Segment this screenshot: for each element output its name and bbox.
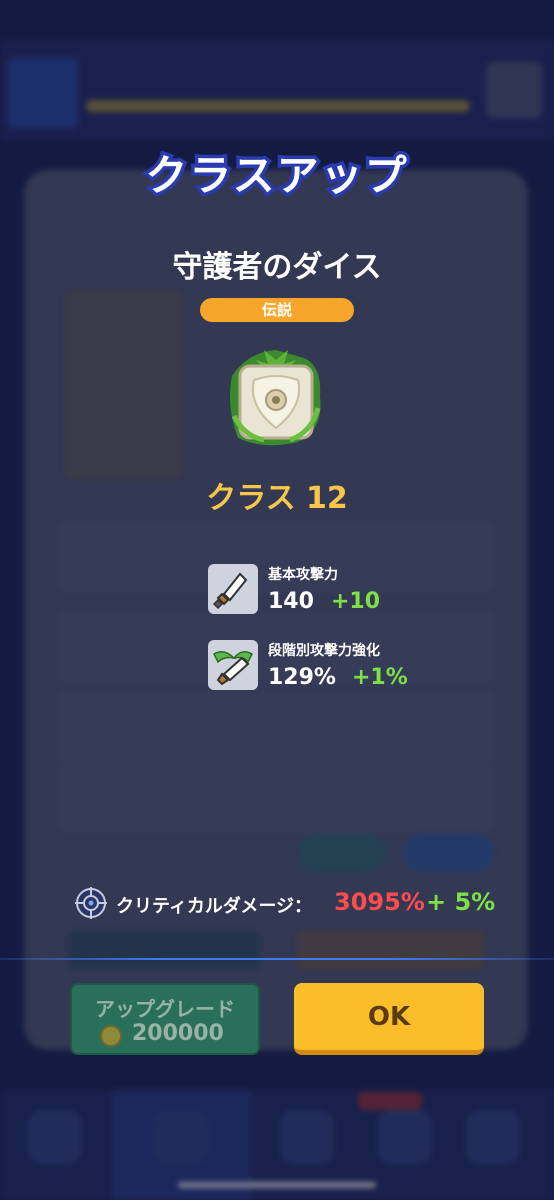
critical-damage-bonus: + 5% — [426, 888, 496, 916]
upgrade-cost: 200000 — [132, 1021, 224, 1046]
critical-damage-value: 3095% — [334, 888, 425, 916]
rarity-badge: 伝説 — [200, 298, 354, 322]
sword-icon — [208, 564, 258, 614]
coin-icon — [100, 1025, 122, 1047]
class-level-label: クラス 12 — [206, 481, 348, 516]
winged-sword-icon — [208, 640, 258, 690]
crosshair-icon — [75, 887, 107, 919]
stat-bonus-stage-attack: +1% — [352, 665, 408, 690]
divider — [0, 958, 554, 960]
upgrade-button-label: アップグレード — [95, 997, 235, 1021]
guardian-dice-icon — [230, 350, 321, 446]
modal-title: クラスアップ — [142, 148, 410, 204]
critical-damage-label: クリティカルダメージ： — [116, 896, 313, 917]
stat-label-base-attack: 基本攻撃力 — [268, 567, 338, 583]
stat-bonus-base-attack: +10 — [331, 589, 381, 614]
upgrade-button[interactable]: アップグレード 200000 — [70, 983, 260, 1055]
stat-label-stage-attack: 段階別攻撃力強化 — [268, 643, 380, 659]
dice-name: 守護者のダイス — [172, 250, 382, 285]
stat-value-base-attack: 140 — [268, 589, 314, 614]
ok-button[interactable]: OK — [294, 983, 484, 1055]
stat-value-stage-attack: 129% — [268, 665, 336, 690]
